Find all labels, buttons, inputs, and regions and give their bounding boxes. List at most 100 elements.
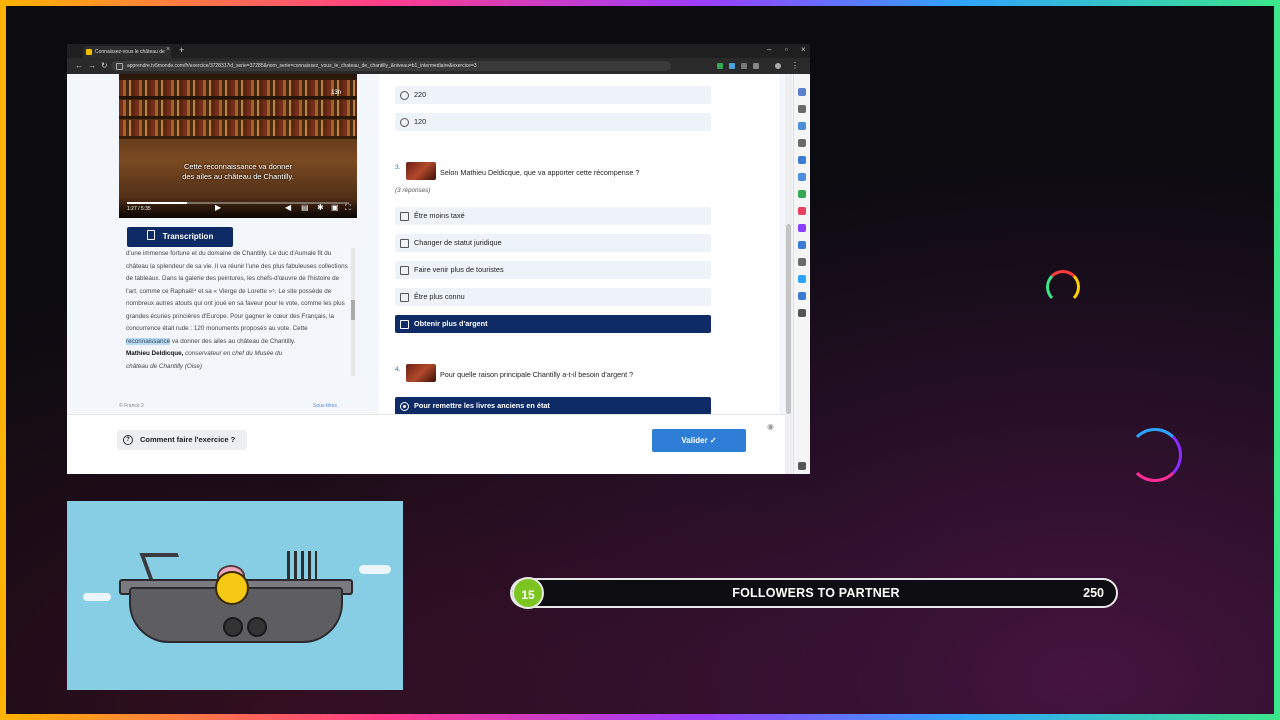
whatsapp-icon[interactable] <box>798 190 806 198</box>
radio-button[interactable] <box>400 118 409 127</box>
close-window-icon[interactable]: × <box>801 45 806 54</box>
reload-icon[interactable]: ↻ <box>101 61 108 70</box>
pip-icon[interactable]: ▣ <box>331 203 339 212</box>
bookmark-icon[interactable] <box>798 88 806 96</box>
close-tab-icon[interactable]: × <box>166 46 170 53</box>
extension-icon[interactable] <box>729 63 735 69</box>
webcam-panel <box>67 501 403 690</box>
browser-tab[interactable]: Connaissez-vous le château de <box>83 46 171 58</box>
loading-ring-decoration <box>1128 428 1182 482</box>
checkbox[interactable] <box>400 239 409 248</box>
followers-goal-title: FOLLOWERS TO PARTNER <box>732 586 900 600</box>
profile-avatar[interactable] <box>775 63 781 69</box>
scrollbar-thumb[interactable] <box>786 224 791 414</box>
checkbox[interactable] <box>400 293 409 302</box>
maximize-icon[interactable]: ▫ <box>785 45 788 54</box>
new-tab-icon[interactable]: + <box>179 45 184 55</box>
url-field[interactable]: apprendre.tv5monde.com/fr/exercice/37283… <box>111 61 671 71</box>
page-content: 13h Cette reconnaissance va donner des a… <box>67 74 793 474</box>
answer-option[interactable]: 120 <box>395 113 711 131</box>
quiz-panel: 220 120 3. Selon Mathieu Deldicque, que … <box>379 74 779 415</box>
answer-label: Changer de statut juridique <box>414 238 502 247</box>
lock-icon <box>116 63 123 70</box>
chat-icon[interactable] <box>798 156 806 164</box>
followers-goal-bar: 15 FOLLOWERS TO PARTNER 250 <box>510 577 1118 609</box>
menu-icon[interactable]: ⋮ <box>791 61 799 70</box>
answer-label: 220 <box>414 90 427 99</box>
transcript-text: d'une immense fortune et du domaine de C… <box>126 248 348 376</box>
extension-icon[interactable] <box>798 275 806 283</box>
captions-icon[interactable]: ▤ <box>301 203 309 212</box>
settings-icon[interactable]: ✱ <box>317 203 324 212</box>
transcript-body: va donner des ailes au château de Chanti… <box>170 337 296 345</box>
answer-label: Obtenir plus d'argent <box>414 319 488 328</box>
scrollbar-thumb[interactable] <box>351 300 355 320</box>
forward-icon[interactable]: → <box>88 61 96 70</box>
bell-icon[interactable] <box>798 258 806 266</box>
porthole-decoration <box>223 617 243 637</box>
transcript-paragraph: d'une immense fortune et du domaine de C… <box>126 248 348 373</box>
cube-icon[interactable] <box>798 122 806 130</box>
outlook-icon[interactable] <box>798 173 806 181</box>
extension-icon[interactable] <box>741 63 747 69</box>
help-icon: ? <box>123 435 133 445</box>
extension-icon[interactable] <box>753 63 759 69</box>
extension-icon[interactable] <box>717 63 723 69</box>
volume-icon[interactable]: ◀ <box>285 203 291 212</box>
shelf-decoration <box>119 96 357 99</box>
question-thumbnail <box>406 364 436 382</box>
answer-option[interactable]: Être moins taxé <box>395 207 711 225</box>
video-subtitle: Cette reconnaissance va donner des ailes… <box>119 162 357 182</box>
transcription-button[interactable]: Transcription <box>127 227 233 247</box>
tab-title: Connaissez-vous le château de <box>95 49 165 55</box>
shelf-decoration <box>119 116 357 119</box>
speaker-role: château de Chantilly (Oise) <box>126 362 202 370</box>
answer-option-selected[interactable]: Obtenir plus d'argent <box>395 315 711 333</box>
radio-button[interactable] <box>400 91 409 100</box>
answer-option[interactable]: 220 <box>395 86 711 104</box>
play-icon[interactable]: ▶ <box>215 203 221 212</box>
add-icon[interactable] <box>798 309 806 317</box>
fullscreen-icon[interactable]: ⛶ <box>345 203 351 213</box>
answer-option[interactable]: Changer de statut juridique <box>395 234 711 252</box>
cloud-decoration <box>359 565 391 574</box>
question-thumbnail <box>406 162 436 180</box>
answer-count-hint: (3 réponses) <box>395 187 431 194</box>
tab-bar: Connaissez-vous le château de × + – ▫ × <box>67 44 810 58</box>
back-icon[interactable]: ← <box>75 61 83 70</box>
instagram-icon[interactable] <box>798 207 806 215</box>
answer-option[interactable]: Être plus connu <box>395 288 711 306</box>
checkbox[interactable] <box>400 320 409 329</box>
browser-window: Connaissez-vous le château de × + – ▫ × … <box>67 44 810 474</box>
howto-button[interactable]: ? Comment faire l'exercice ? <box>117 430 247 450</box>
answer-label: Être plus connu <box>414 292 465 301</box>
answer-label: Pour remettre les livres anciens en état <box>414 401 550 410</box>
transcript-highlight[interactable]: reconnaissance <box>126 337 171 345</box>
chart-icon[interactable] <box>798 241 806 249</box>
minimize-icon[interactable]: – <box>767 45 771 54</box>
speaker-role: conservateur en chef du Musée du <box>183 350 283 357</box>
cloud-decoration <box>83 593 111 601</box>
video-time: 1:27 / 5:35 <box>127 206 151 212</box>
transcription-button-label: Transcription <box>162 232 214 241</box>
page-scrollbar[interactable] <box>785 74 792 474</box>
shelf-decoration <box>119 136 357 139</box>
radio-button[interactable] <box>400 402 409 411</box>
validate-button[interactable]: Valider ✓ <box>652 429 746 452</box>
messenger-icon[interactable] <box>798 224 806 232</box>
video-badge: 13h <box>331 90 342 96</box>
answer-option[interactable]: Faire venir plus de touristes <box>395 261 711 279</box>
translate-icon[interactable] <box>798 292 806 300</box>
video-progress-bar[interactable] <box>127 202 349 204</box>
checkbox[interactable] <box>400 212 409 221</box>
answer-label: 120 <box>414 117 427 126</box>
transcript-scrollbar[interactable] <box>351 248 355 376</box>
answer-option-selected[interactable]: Pour remettre les livres anciens en état <box>395 397 711 415</box>
subtitles-link[interactable]: Sous-titres <box>313 403 337 409</box>
reading-list-icon[interactable] <box>798 105 806 113</box>
settings-icon[interactable] <box>798 462 806 470</box>
tree-icon[interactable] <box>798 139 806 147</box>
feedback-icon[interactable]: ◉ <box>767 422 774 431</box>
video-player[interactable]: 13h Cette reconnaissance va donner des a… <box>119 74 357 218</box>
checkbox[interactable] <box>400 266 409 275</box>
